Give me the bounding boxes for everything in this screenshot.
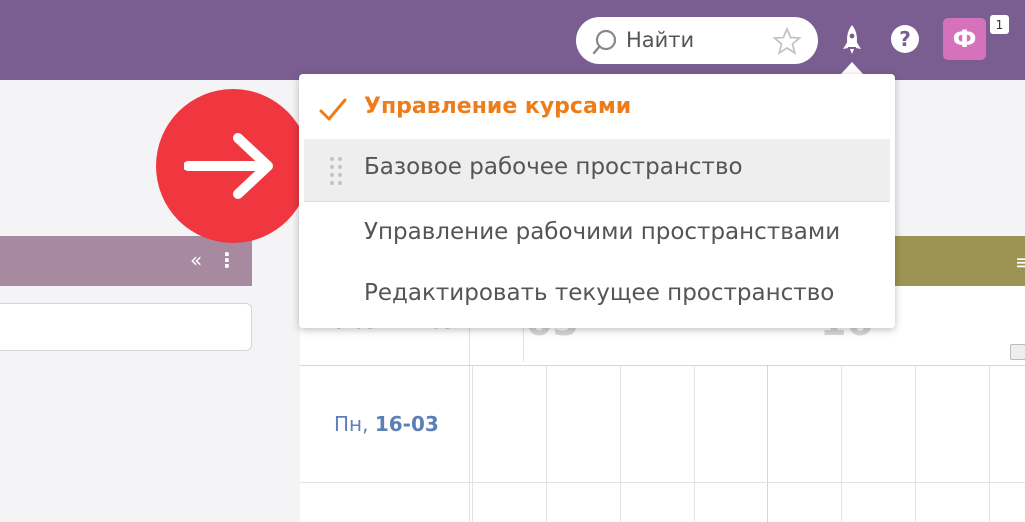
checkbox[interactable]	[1010, 344, 1025, 360]
grid-line	[767, 366, 768, 522]
star-icon[interactable]	[772, 27, 802, 55]
calendar-header-olive	[895, 236, 1025, 286]
collapse-icon[interactable]: «	[190, 248, 202, 272]
left-panel-header: « ⋮	[0, 236, 252, 286]
user-avatar[interactable]: Ф	[943, 18, 986, 60]
menu-icon[interactable]: ≡	[1015, 250, 1025, 274]
avatar-letter: Ф	[952, 25, 977, 53]
day-prefix: Пн,	[334, 412, 369, 436]
menu-item-label: Управление рабочими пространствами	[364, 219, 841, 245]
menu-item-course-management[interactable]: Управление курсами	[299, 79, 895, 141]
svg-text:?: ?	[899, 27, 911, 51]
grid-line	[915, 366, 916, 522]
grid-line	[472, 366, 473, 522]
arrow-right-icon	[184, 133, 273, 199]
search-box[interactable]: Найти	[576, 17, 818, 64]
grid-line	[620, 366, 621, 522]
top-bar: Найти ? Ф 1	[0, 0, 1025, 80]
check-icon	[319, 98, 347, 121]
menu-item-label: Редактировать текущее пространство	[364, 280, 835, 306]
notification-count: 1	[995, 17, 1004, 32]
menu-separator	[304, 201, 890, 202]
more-icon[interactable]: ⋮	[217, 248, 237, 272]
day-date: 16-03	[374, 412, 439, 436]
search-placeholder: Найти	[626, 28, 695, 52]
grid-line	[694, 366, 695, 522]
menu-item-label: Базовое рабочее пространство	[364, 154, 743, 180]
menu-item-manage-workspaces[interactable]: Управление рабочими пространствами	[299, 204, 895, 266]
arrow-annotation	[156, 89, 310, 243]
menu-item-edit-current-workspace[interactable]: Редактировать текущее пространство	[299, 265, 895, 327]
menu-item-label: Управление курсами	[364, 94, 632, 119]
search-icon	[592, 29, 617, 55]
dropdown-caret	[841, 62, 863, 74]
notification-badge[interactable]: 1	[990, 15, 1009, 34]
grid-line	[841, 366, 842, 522]
grid-line	[546, 366, 547, 522]
day-label-monday[interactable]: Пн, 16-03	[334, 412, 439, 436]
workspace-dropdown: Управление курсами Базовое рабочее прост…	[299, 74, 895, 328]
grid-line	[989, 366, 990, 522]
menu-item-base-workspace[interactable]: Базовое рабочее пространство	[304, 139, 890, 201]
left-panel-input[interactable]	[0, 303, 252, 351]
drag-handle-icon[interactable]	[329, 156, 343, 186]
rocket-icon[interactable]	[838, 23, 866, 57]
grid-line	[300, 365, 1025, 366]
help-icon[interactable]: ?	[889, 23, 921, 55]
grid-line	[300, 482, 1025, 483]
